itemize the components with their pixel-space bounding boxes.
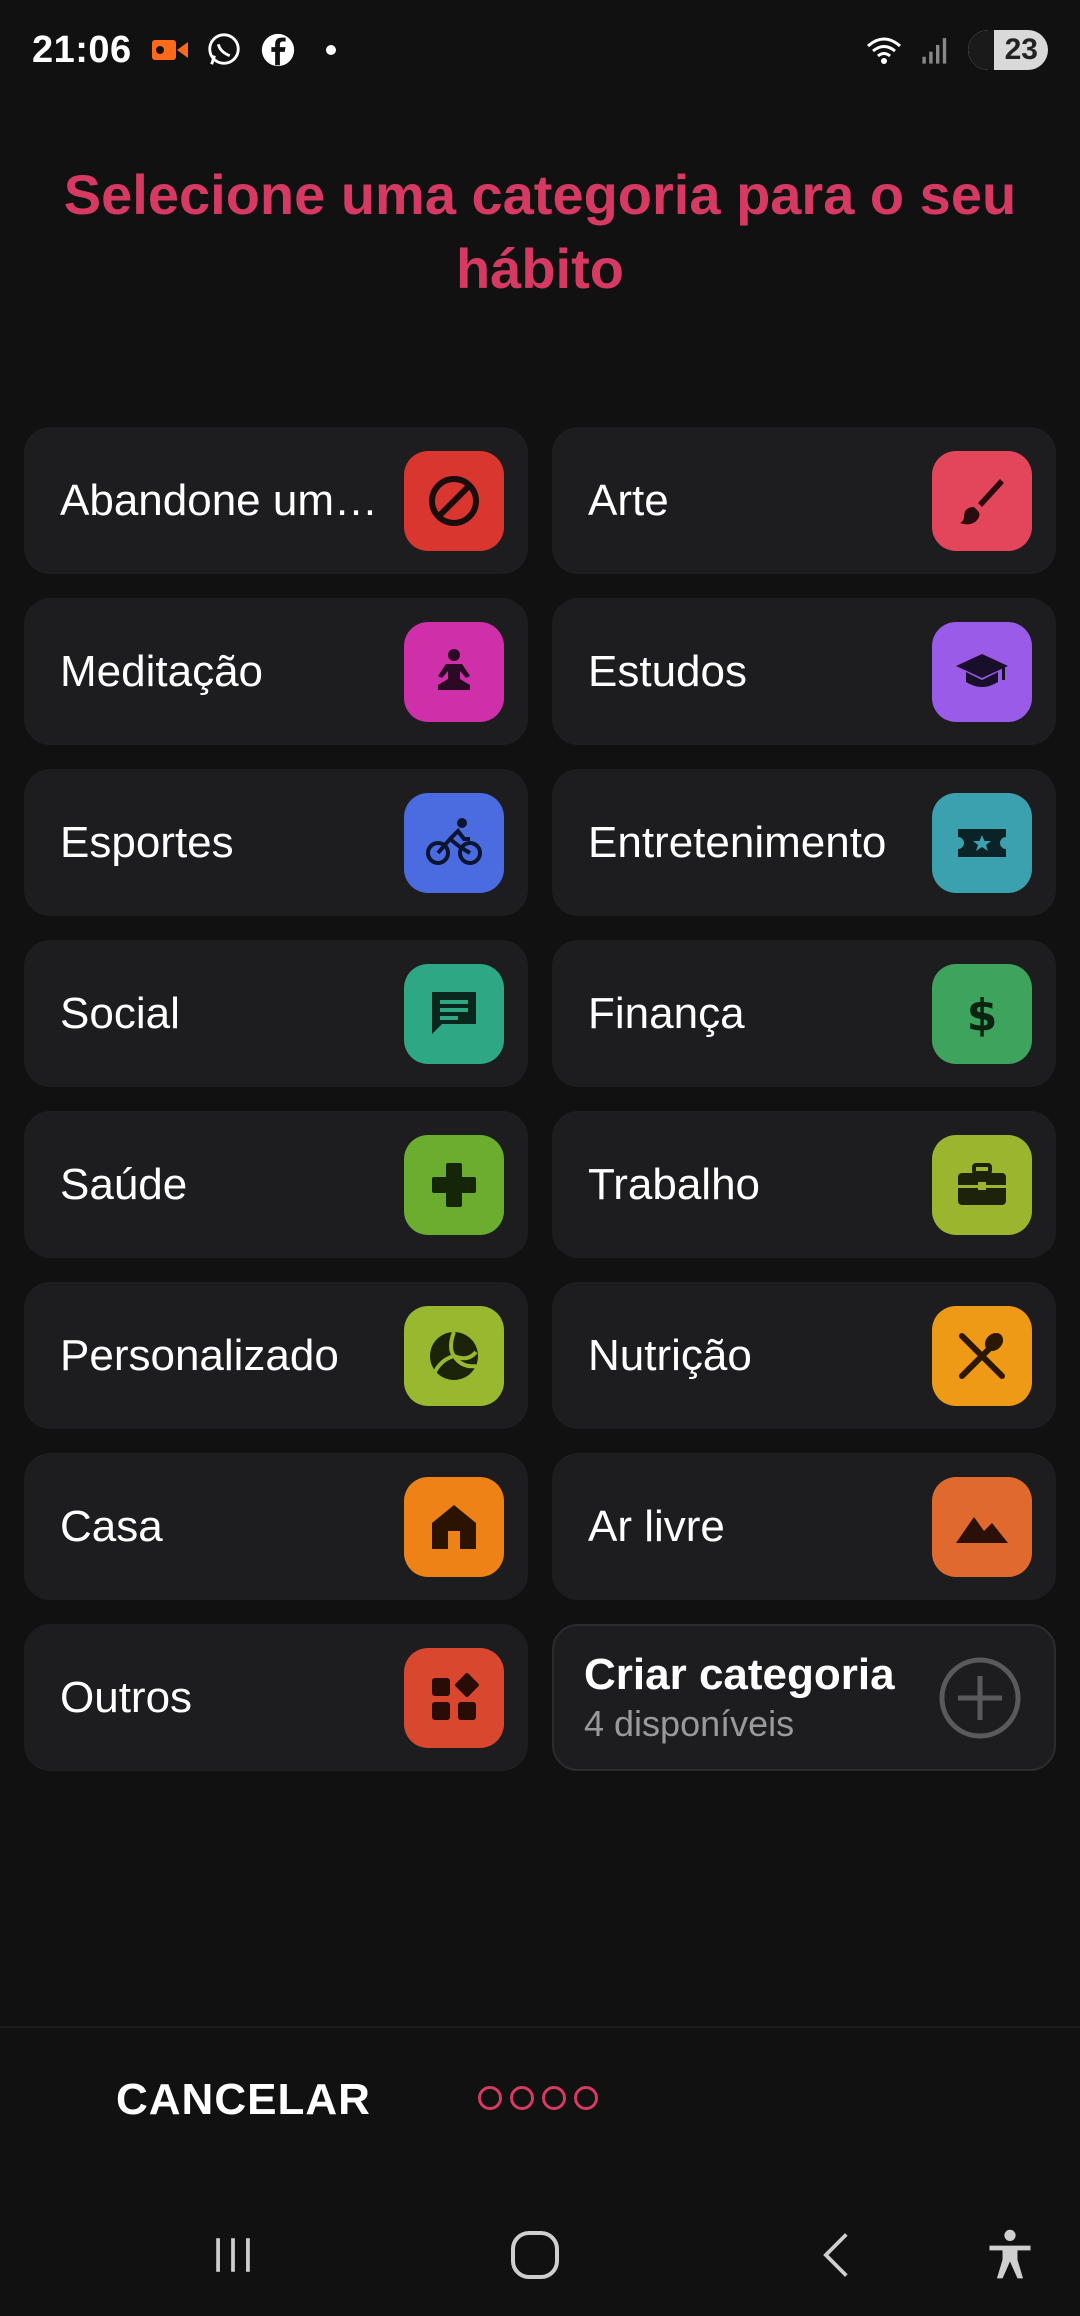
- create-category-title: Criar categoria: [584, 1649, 895, 1699]
- battery-icon: 23: [968, 30, 1048, 70]
- home-button-icon[interactable]: [500, 2220, 570, 2290]
- step-dot: [574, 2086, 598, 2110]
- meditation-icon: [404, 621, 504, 722]
- category-label: Finança: [588, 988, 745, 1038]
- category-tile-ar-livre[interactable]: Ar livre: [552, 1453, 1056, 1600]
- create-category-subtitle: 4 disponíveis: [584, 1702, 795, 1744]
- category-label: Ar livre: [588, 1501, 725, 1551]
- status-bar: 21:06 23: [0, 0, 1080, 100]
- recent-apps-icon[interactable]: [198, 2220, 268, 2290]
- category-tile-esportes[interactable]: Esportes: [24, 769, 528, 916]
- step-dot: [542, 2086, 566, 2110]
- brush-icon: [932, 450, 1032, 551]
- ball-icon: [404, 1305, 504, 1406]
- system-nav-bar: [0, 2190, 1080, 2316]
- accessibility-icon[interactable]: [975, 2220, 1045, 2290]
- briefcase-icon: [932, 1134, 1032, 1235]
- whatsapp-icon: [204, 30, 244, 70]
- category-label: Nutrição: [588, 1330, 752, 1380]
- category-tile-saude[interactable]: Saúde: [24, 1111, 528, 1258]
- apps-icon: [404, 1647, 504, 1748]
- bicycle-icon: [404, 792, 504, 893]
- footer-divider: [0, 2026, 1080, 2028]
- category-tile-trabalho[interactable]: Trabalho: [552, 1111, 1056, 1258]
- block-icon: [404, 450, 504, 551]
- category-label: Estudos: [588, 646, 747, 696]
- category-label: Social: [60, 988, 180, 1038]
- category-label: Esportes: [60, 817, 234, 867]
- category-tile-estudos[interactable]: Estudos: [552, 598, 1056, 745]
- category-tile-social[interactable]: Social: [24, 940, 528, 1087]
- back-icon[interactable]: [802, 2220, 872, 2290]
- dollar-icon: $: [932, 963, 1032, 1064]
- category-tile-nutricao[interactable]: Nutrição: [552, 1282, 1056, 1429]
- category-label: Entretenimento: [588, 817, 887, 867]
- step-dot: [478, 2086, 502, 2110]
- category-tile-personalizado[interactable]: Personalizado: [24, 1282, 528, 1429]
- category-label: Meditação: [60, 646, 264, 696]
- category-tile-entretenimento[interactable]: Entretenimento: [552, 769, 1056, 916]
- category-label: Arte: [588, 475, 669, 525]
- create-category-button[interactable]: Criar categoria 4 disponíveis: [552, 1624, 1056, 1771]
- category-grid: Abandone um hábito ruim Arte Meditação E…: [24, 427, 1056, 1771]
- page-title: Selecione uma categoria para o seu hábit…: [63, 163, 1017, 300]
- plus-cross-icon: [404, 1134, 504, 1235]
- home-icon: [404, 1476, 504, 1577]
- category-tile-meditacao[interactable]: Meditação: [24, 598, 528, 745]
- category-tile-abandone[interactable]: Abandone um hábito ruim: [24, 427, 528, 574]
- category-label: Saúde: [60, 1159, 188, 1209]
- category-tile-outros[interactable]: Outros: [24, 1624, 528, 1771]
- chat-icon: [404, 963, 504, 1064]
- category-tile-arte[interactable]: Arte: [552, 427, 1056, 574]
- plus-circle-icon: [938, 1656, 1022, 1740]
- category-label: Casa: [60, 1501, 163, 1551]
- category-label: Trabalho: [588, 1159, 761, 1209]
- step-dot: [510, 2086, 534, 2110]
- step-indicator: [478, 2086, 598, 2110]
- dot-icon: [325, 45, 336, 55]
- svg-text:$: $: [967, 990, 998, 1041]
- signal-icon: [916, 30, 956, 70]
- category-tile-financa[interactable]: Finança $: [552, 940, 1056, 1087]
- cancel-button[interactable]: CANCELAR: [116, 2070, 371, 2130]
- facebook-icon: [258, 30, 298, 70]
- category-label: Abandone um hábito ruim: [60, 475, 404, 525]
- battery-level: 23: [1004, 33, 1038, 66]
- ticket-icon: [932, 792, 1032, 893]
- mountain-icon: [932, 1476, 1032, 1577]
- category-label: Personalizado: [60, 1330, 339, 1380]
- graduation-cap-icon: [932, 621, 1032, 722]
- clock: 21:06: [32, 28, 132, 71]
- video-recording-icon: [150, 30, 190, 70]
- category-label: Outros: [60, 1672, 193, 1722]
- category-tile-casa[interactable]: Casa: [24, 1453, 528, 1600]
- wifi-icon: [864, 30, 904, 70]
- utensils-icon: [932, 1305, 1032, 1406]
